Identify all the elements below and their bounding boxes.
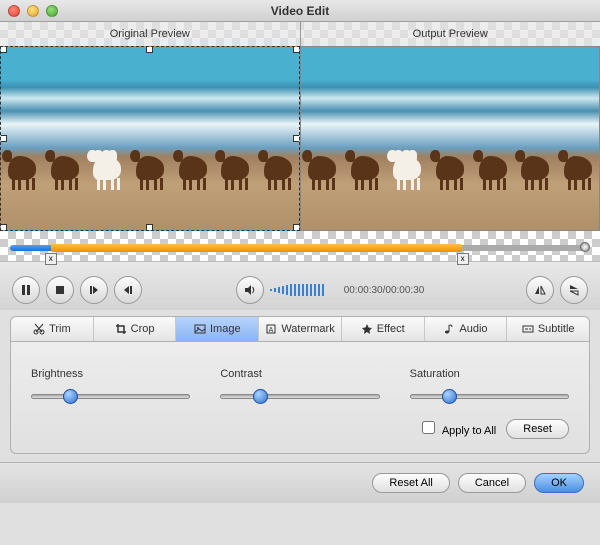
scissors-icon [33,323,45,335]
trim-out-marker[interactable]: x [457,253,469,265]
tab-label: Effect [377,323,405,335]
brightness-thumb[interactable] [63,389,78,404]
tab-label: Watermark [281,323,334,335]
saturation-group: Saturation [410,368,569,399]
crop-handle-se[interactable] [293,224,300,231]
image-icon [194,323,206,335]
close-button[interactable] [8,5,20,17]
crop-handle-s[interactable] [146,224,153,231]
output-preview-label: Output Preview [301,22,600,46]
minimize-button[interactable] [27,5,39,17]
brightness-slider[interactable] [31,394,190,399]
apply-to-all-label[interactable]: Apply to All [422,421,496,437]
saturation-slider[interactable] [410,394,569,399]
output-preview [300,46,600,231]
crop-handle-w[interactable] [0,135,7,142]
tab-label: Subtitle [538,323,575,335]
apply-row: Apply to All Reset [11,419,589,453]
trim-range[interactable] [51,244,463,252]
tabs: Trim Crop Image A Watermark Effect Audio… [11,317,589,342]
stop-button[interactable] [46,276,74,304]
timeline-area: x x [0,231,600,261]
tab-label: Image [210,323,241,335]
tab-label: Audio [459,323,487,335]
maximize-button[interactable] [46,5,58,17]
preview-labels-row: Original Preview Output Preview [0,22,600,46]
crop-handle-n[interactable] [146,46,153,53]
contrast-group: Contrast [220,368,379,399]
reset-all-button[interactable]: Reset All [372,473,449,493]
tab-audio[interactable]: Audio [425,317,508,341]
tab-watermark[interactable]: A Watermark [259,317,342,341]
original-preview-label: Original Preview [0,22,301,46]
star-icon [361,323,373,335]
tab-image[interactable]: Image [176,317,259,341]
volume-slider[interactable] [270,282,330,298]
cancel-button[interactable]: Cancel [458,473,526,493]
saturation-label: Saturation [410,368,569,380]
reset-button[interactable]: Reset [506,419,569,439]
set-out-button[interactable] [114,276,142,304]
brightness-label: Brightness [31,368,190,380]
music-note-icon [443,323,455,335]
settings-panel: Trim Crop Image A Watermark Effect Audio… [10,316,590,454]
crop-icon [115,323,127,335]
crop-handle-sw[interactable] [0,224,7,231]
contrast-label: Contrast [220,368,379,380]
preview-panes [0,46,600,231]
pause-button[interactable] [12,276,40,304]
titlebar: Video Edit [0,0,600,22]
timeline[interactable]: x x [10,245,590,251]
contrast-slider[interactable] [220,394,379,399]
image-sliders: Brightness Contrast Saturation [11,342,589,419]
traffic-lights [8,5,58,17]
tab-subtitle[interactable]: Subtitle [507,317,589,341]
crop-handle-ne[interactable] [293,46,300,53]
flip-vertical-button[interactable] [560,276,588,304]
original-preview[interactable] [0,46,300,231]
apply-to-all-checkbox[interactable] [422,421,435,434]
crop-handle-e[interactable] [293,135,300,142]
footer: Reset All Cancel OK [0,462,600,503]
saturation-thumb[interactable] [442,389,457,404]
crop-handle-nw[interactable] [0,46,7,53]
watermark-icon: A [265,323,277,335]
subtitle-icon [522,323,534,335]
flip-horizontal-button[interactable] [526,276,554,304]
window-title: Video Edit [0,4,600,18]
tab-crop[interactable]: Crop [94,317,177,341]
volume-button[interactable] [236,276,264,304]
contrast-thumb[interactable] [253,389,268,404]
trim-in-marker[interactable]: x [45,253,57,265]
playback-controls: 00:00:30/00:00:30 [0,261,600,310]
brightness-group: Brightness [31,368,190,399]
tab-trim[interactable]: Trim [11,317,94,341]
playhead[interactable] [580,242,590,252]
svg-text:A: A [269,327,274,334]
tab-effect[interactable]: Effect [342,317,425,341]
tab-label: Trim [49,323,71,335]
tab-label: Crop [131,323,155,335]
timecode: 00:00:30/00:00:30 [344,285,425,296]
ok-button[interactable]: OK [534,473,584,493]
set-in-button[interactable] [80,276,108,304]
